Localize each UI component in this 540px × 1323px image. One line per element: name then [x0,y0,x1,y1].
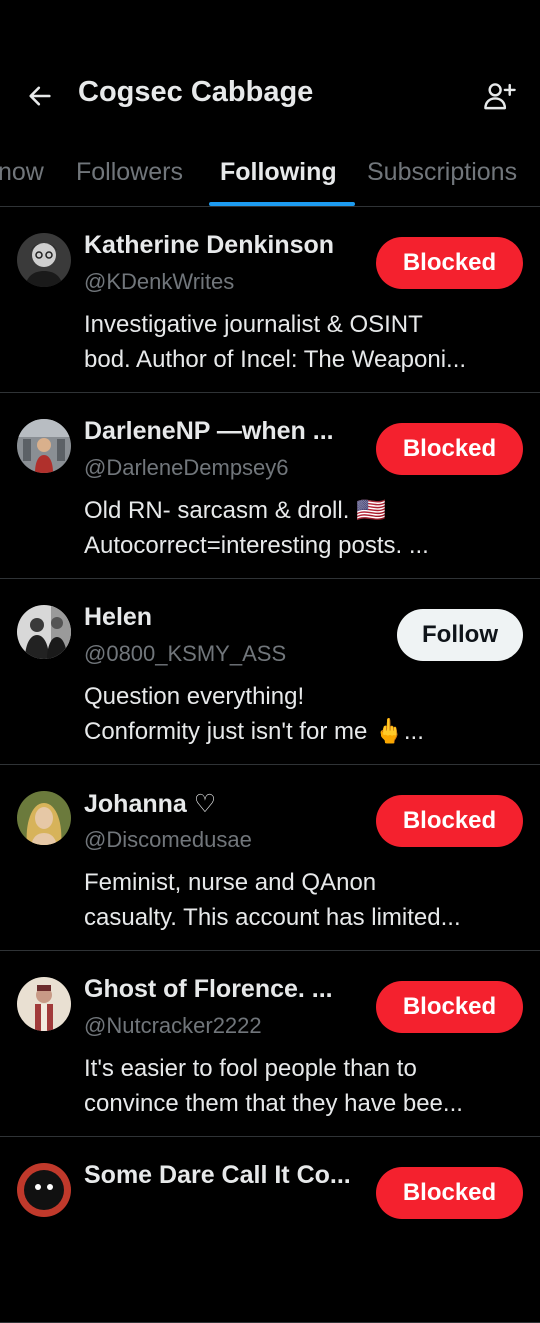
avatar[interactable] [17,791,71,845]
bio-line: Feminist, nurse and QAnon [84,869,377,896]
list-item[interactable]: Katherine Denkinson @KDenkWrites Investi… [0,207,540,393]
bio-line: It's easier to fool people than to [84,1055,417,1082]
bio-line: Investigative journalist & OSINT [84,311,423,338]
back-button[interactable] [22,78,58,114]
bio-line: Conformity just isn't for me 🖕... [84,718,424,745]
list-item[interactable]: Ghost of Florence. ... @Nutcracker2222 I… [0,951,540,1137]
avatar[interactable] [17,605,71,659]
person-plus-icon [484,83,516,110]
user-name[interactable]: Katherine Denkinson [84,231,334,260]
user-bio: Feminist, nurse and QAnon casualty. This… [84,865,524,935]
list-item[interactable]: Johanna ♡ @Discomedusae Feminist, nurse … [0,765,540,951]
user-name[interactable]: Some Dare Call It Co... [84,1161,351,1190]
avatar[interactable] [17,1163,71,1217]
header: Cogsec Cabbage [0,0,540,150]
user-bio: Old RN- sarcasm & droll. 🇺🇸 Autocorrect=… [84,493,524,563]
add-user-button[interactable] [480,78,520,114]
avatar[interactable] [17,419,71,473]
user-handle: @DarleneDempsey6 [84,455,289,480]
avatar[interactable] [17,977,71,1031]
bio-line: Autocorrect=interesting posts. ... [84,532,429,559]
blocked-button[interactable]: Blocked [376,423,523,475]
user-handle: @KDenkWrites [84,269,235,294]
user-name[interactable]: Ghost of Florence. ... [84,975,333,1004]
active-tab-indicator [209,202,355,206]
tab-subscriptions[interactable]: Subscriptions [367,158,517,187]
bio-line: bod. Author of Incel: The Weaponi... [84,346,467,373]
user-bio: Investigative journalist & OSINT bod. Au… [84,307,524,377]
tab-now[interactable]: now [0,158,44,187]
tab-followers[interactable]: Followers [76,158,183,187]
list-item[interactable]: Helen @0800_KSMY_ASS Question everything… [0,579,540,765]
bio-line: convince them that they have bee... [84,1090,463,1117]
bio-line: casualty. This account has limited... [84,904,461,931]
page-title: Cogsec Cabbage [78,76,314,108]
arrow-left-icon [29,86,51,106]
user-bio: Question everything! Conformity just isn… [84,679,524,749]
user-bio: It's easier to fool people than to convi… [84,1051,524,1121]
blocked-button[interactable]: Blocked [376,981,523,1033]
user-handle: @Nutcracker2222 [84,1013,262,1038]
following-list: Katherine Denkinson @KDenkWrites Investi… [0,207,540,1323]
bio-line: Question everything! [84,683,305,710]
tab-bar: now Followers Following Subscriptions [0,150,540,207]
avatar[interactable] [17,233,71,287]
tab-following[interactable]: Following [220,158,337,187]
user-name[interactable]: DarleneNP —when ... [84,417,334,446]
user-handle: @0800_KSMY_ASS [84,641,287,666]
blocked-button[interactable]: Blocked [376,795,523,847]
bio-line: Old RN- sarcasm & droll. 🇺🇸 [84,497,386,524]
list-item[interactable]: Some Dare Call It Co... Blocked [0,1137,540,1323]
user-name[interactable]: Helen [84,603,152,632]
user-name[interactable]: Johanna ♡ [84,789,216,819]
user-handle: @Discomedusae [84,827,252,852]
list-item[interactable]: DarleneNP —when ... @DarleneDempsey6 Old… [0,393,540,579]
blocked-button[interactable]: Blocked [376,1167,523,1219]
follow-button[interactable]: Follow [397,609,523,661]
blocked-button[interactable]: Blocked [376,237,523,289]
